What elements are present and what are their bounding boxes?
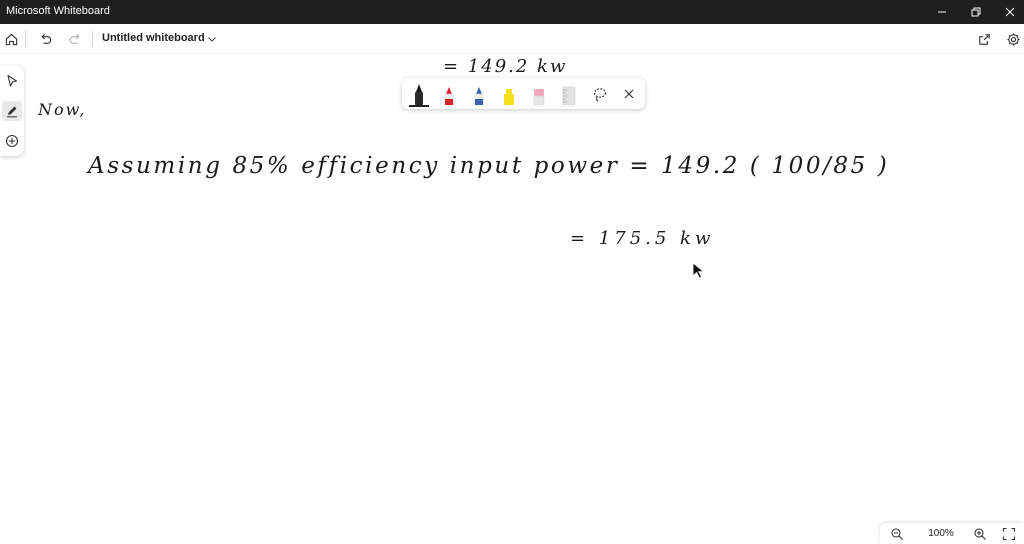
appbar-divider [92, 31, 93, 47]
zoom-in-button[interactable] [973, 527, 987, 541]
share-button[interactable] [973, 28, 995, 50]
settings-button[interactable] [1002, 28, 1024, 50]
left-tool-rail [0, 66, 24, 156]
ruler[interactable] [556, 81, 582, 107]
fit-to-screen-button[interactable] [1002, 527, 1016, 541]
app-bar: Untitled whiteboard [0, 24, 1024, 54]
ink-line-assuming[interactable]: Assuming 85% efficiency input power = 14… [88, 153, 889, 179]
ink-line-now[interactable]: Now, [38, 100, 87, 119]
home-button[interactable] [0, 28, 22, 50]
fit-screen-icon [1002, 527, 1016, 541]
zoom-level[interactable]: 100% [924, 528, 958, 539]
add-circle-icon [5, 134, 19, 148]
add-content-button[interactable] [2, 131, 22, 151]
eraser[interactable] [526, 81, 552, 107]
chevron-down-icon[interactable] [206, 33, 218, 45]
ruler-icon [562, 86, 576, 106]
share-icon [978, 33, 990, 45]
lasso-icon [593, 88, 607, 102]
highlighter-icon [504, 89, 514, 105]
pen-icon [7, 106, 17, 118]
redo-button[interactable] [64, 28, 86, 50]
zoom-out-icon [891, 528, 903, 540]
app-title: Microsoft Whiteboard [6, 5, 110, 17]
gear-icon [1006, 32, 1020, 46]
appbar-divider [25, 31, 26, 47]
minimize-icon [938, 11, 946, 13]
board-title[interactable]: Untitled whiteboard [102, 32, 205, 44]
close-icon [1005, 7, 1015, 17]
zoom-out-button[interactable] [890, 527, 904, 541]
red-pen[interactable] [436, 81, 462, 107]
restore-icon [971, 7, 981, 17]
pen-toolbar [402, 78, 645, 109]
zoom-in-icon [974, 528, 986, 540]
undo-icon [40, 33, 51, 44]
lasso-select-button[interactable] [587, 81, 613, 107]
home-icon [5, 33, 17, 45]
select-arrow-icon [7, 74, 18, 87]
mouse-cursor-icon [692, 262, 705, 279]
close-icon [624, 89, 634, 99]
title-bar: Microsoft Whiteboard [0, 0, 1024, 24]
restore-button[interactable] [959, 0, 993, 24]
yellow-highlighter[interactable] [496, 81, 522, 107]
close-window-button[interactable] [993, 0, 1024, 24]
black-pen-icon [415, 84, 423, 105]
undo-button[interactable] [34, 28, 56, 50]
inking-tool-button[interactable] [2, 101, 22, 121]
close-toolbar-button[interactable] [616, 81, 642, 107]
ink-line-prev-result[interactable]: = 149.2 kw [443, 56, 567, 77]
blue-pen-icon [474, 87, 484, 106]
zoom-bar: 100% [880, 523, 1024, 544]
blue-pen[interactable] [466, 81, 492, 107]
ink-line-result[interactable]: = 175.5 kw [570, 228, 714, 249]
select-tool-button[interactable] [2, 71, 22, 91]
whiteboard-canvas[interactable]: = 149.2 kw Now, Assuming 85% efficiency … [0, 55, 1024, 544]
eraser-icon [533, 89, 545, 106]
redo-icon [69, 33, 80, 44]
black-pen[interactable] [406, 81, 432, 107]
minimize-button[interactable] [925, 0, 959, 24]
red-pen-icon [444, 87, 454, 106]
